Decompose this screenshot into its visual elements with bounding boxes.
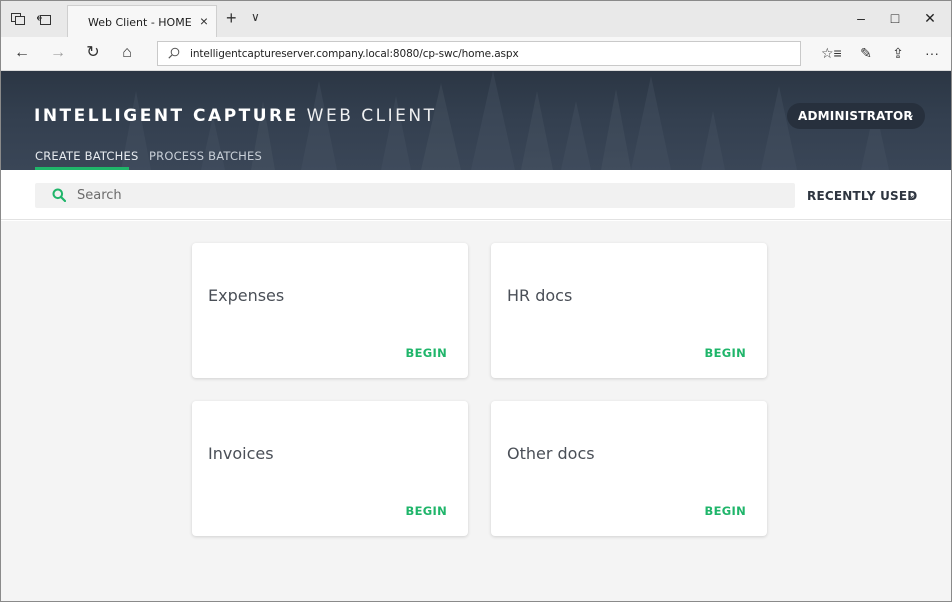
begin-button[interactable]: BEGIN	[705, 504, 746, 518]
batch-card[interactable]: Invoices BEGIN	[192, 401, 468, 536]
tab-close-icon[interactable]: ×	[200, 13, 208, 29]
address-bar-row: ← → ↻ ⌂ intelligentcaptureserver.company…	[1, 37, 951, 71]
batch-types-grid: Expenses BEGIN HR docs BEGIN Invoices BE…	[1, 221, 951, 601]
search-box[interactable]	[35, 183, 795, 208]
tab-create-batches[interactable]: CREATE BATCHES	[35, 149, 138, 163]
sort-dropdown[interactable]: RECENTLY USED	[807, 189, 917, 203]
batch-card[interactable]: Other docs BEGIN	[491, 401, 767, 536]
url-field[interactable]: intelligentcaptureserver.company.local:8…	[157, 41, 801, 66]
new-tab-icon[interactable]: +	[226, 9, 237, 27]
tab-actions-icon[interactable]	[11, 13, 25, 25]
minimize-icon[interactable]: –	[846, 10, 876, 26]
batch-card-title: HR docs	[507, 286, 573, 305]
favorites-icon[interactable]: ☆≡	[821, 46, 842, 60]
user-menu-button[interactable]: ADMINISTRATOR ⌄	[787, 103, 925, 129]
batch-card-title: Expenses	[208, 286, 285, 305]
app-header: INTELLIGENT CAPTURE WEB CLIENT CREATE BA…	[1, 71, 951, 170]
search-icon	[52, 188, 66, 202]
set-tabs-aside-icon[interactable]	[37, 13, 51, 25]
home-icon[interactable]: ⌂	[118, 45, 136, 61]
web-notes-icon[interactable]: ✎	[857, 46, 875, 60]
batch-card-title: Invoices	[208, 444, 274, 463]
search-input[interactable]	[77, 183, 777, 208]
begin-button[interactable]: BEGIN	[406, 346, 447, 360]
batch-card-title: Other docs	[507, 444, 595, 463]
tab-strip: Web Client - HOME × + ∨ – □ ✕	[1, 1, 951, 37]
search-icon	[168, 47, 180, 59]
url-text[interactable]: intelligentcaptureserver.company.local:8…	[190, 48, 519, 60]
brand-bold-text: INTELLIGENT CAPTURE	[34, 106, 299, 126]
tab-title: Web Client - HOME	[88, 16, 192, 29]
forward-icon[interactable]: →	[49, 45, 67, 61]
user-menu-label: ADMINISTRATOR	[798, 109, 913, 123]
batch-card[interactable]: Expenses BEGIN	[192, 243, 468, 378]
share-icon[interactable]: ⇪	[889, 46, 907, 60]
browser-tab-active[interactable]: Web Client - HOME ×	[67, 5, 217, 37]
tab-process-batches[interactable]: PROCESS BATCHES	[149, 149, 262, 163]
more-icon[interactable]: ···	[923, 46, 941, 60]
begin-button[interactable]: BEGIN	[705, 346, 746, 360]
maximize-icon[interactable]: □	[880, 10, 910, 26]
chevron-down-icon: ⌄	[905, 108, 915, 121]
tab-preview-chevron-icon[interactable]: ∨	[251, 10, 260, 24]
begin-button[interactable]: BEGIN	[406, 504, 447, 518]
brand-light-text: WEB CLIENT	[306, 106, 437, 126]
browser-window: Web Client - HOME × + ∨ – □ ✕ ← → ↻ ⌂ in…	[0, 0, 952, 602]
app-brand-title: INTELLIGENT CAPTURE WEB CLIENT	[34, 106, 437, 126]
chevron-down-icon[interactable]: ⌄	[907, 188, 916, 201]
back-icon[interactable]: ←	[13, 45, 31, 61]
search-bar-row: RECENTLY USED ⌄	[1, 170, 951, 220]
refresh-icon[interactable]: ↻	[84, 45, 102, 61]
batch-card[interactable]: HR docs BEGIN	[491, 243, 767, 378]
close-window-icon[interactable]: ✕	[915, 10, 945, 26]
